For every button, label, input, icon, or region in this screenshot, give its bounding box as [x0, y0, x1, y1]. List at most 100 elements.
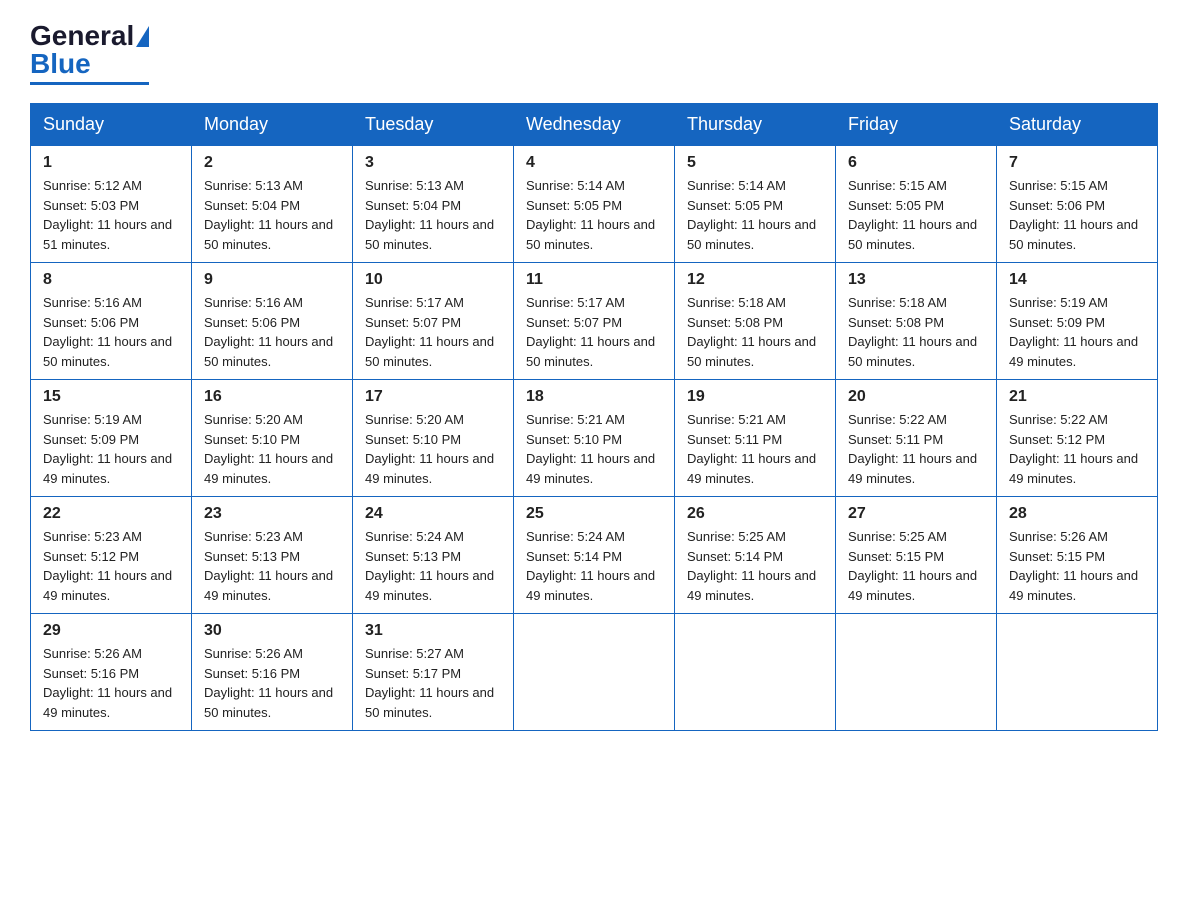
header-sunday: Sunday	[31, 104, 192, 146]
day-info: Sunrise: 5:20 AMSunset: 5:10 PMDaylight:…	[204, 412, 333, 486]
day-number: 27	[848, 505, 984, 523]
day-number: 6	[848, 154, 984, 172]
day-info: Sunrise: 5:27 AMSunset: 5:17 PMDaylight:…	[365, 646, 494, 720]
day-info: Sunrise: 5:18 AMSunset: 5:08 PMDaylight:…	[687, 295, 816, 369]
header-friday: Friday	[836, 104, 997, 146]
day-info: Sunrise: 5:19 AMSunset: 5:09 PMDaylight:…	[43, 412, 172, 486]
calendar-cell: 16 Sunrise: 5:20 AMSunset: 5:10 PMDaylig…	[192, 380, 353, 497]
header-thursday: Thursday	[675, 104, 836, 146]
calendar-cell: 13 Sunrise: 5:18 AMSunset: 5:08 PMDaylig…	[836, 263, 997, 380]
day-number: 13	[848, 271, 984, 289]
day-info: Sunrise: 5:20 AMSunset: 5:10 PMDaylight:…	[365, 412, 494, 486]
day-number: 1	[43, 154, 179, 172]
calendar-cell: 6 Sunrise: 5:15 AMSunset: 5:05 PMDayligh…	[836, 146, 997, 263]
day-info: Sunrise: 5:23 AMSunset: 5:13 PMDaylight:…	[204, 529, 333, 603]
day-info: Sunrise: 5:15 AMSunset: 5:06 PMDaylight:…	[1009, 178, 1138, 252]
day-info: Sunrise: 5:13 AMSunset: 5:04 PMDaylight:…	[204, 178, 333, 252]
week-row-3: 15 Sunrise: 5:19 AMSunset: 5:09 PMDaylig…	[31, 380, 1158, 497]
day-number: 12	[687, 271, 823, 289]
day-info: Sunrise: 5:12 AMSunset: 5:03 PMDaylight:…	[43, 178, 172, 252]
day-info: Sunrise: 5:22 AMSunset: 5:12 PMDaylight:…	[1009, 412, 1138, 486]
calendar-cell: 28 Sunrise: 5:26 AMSunset: 5:15 PMDaylig…	[997, 497, 1158, 614]
calendar-cell: 30 Sunrise: 5:26 AMSunset: 5:16 PMDaylig…	[192, 614, 353, 731]
calendar-cell: 7 Sunrise: 5:15 AMSunset: 5:06 PMDayligh…	[997, 146, 1158, 263]
calendar-cell: 3 Sunrise: 5:13 AMSunset: 5:04 PMDayligh…	[353, 146, 514, 263]
calendar-cell: 8 Sunrise: 5:16 AMSunset: 5:06 PMDayligh…	[31, 263, 192, 380]
logo: General Blue	[30, 20, 149, 85]
day-number: 3	[365, 154, 501, 172]
day-info: Sunrise: 5:19 AMSunset: 5:09 PMDaylight:…	[1009, 295, 1138, 369]
header-monday: Monday	[192, 104, 353, 146]
calendar-table: SundayMondayTuesdayWednesdayThursdayFrid…	[30, 103, 1158, 731]
day-info: Sunrise: 5:24 AMSunset: 5:13 PMDaylight:…	[365, 529, 494, 603]
day-info: Sunrise: 5:26 AMSunset: 5:16 PMDaylight:…	[43, 646, 172, 720]
day-info: Sunrise: 5:14 AMSunset: 5:05 PMDaylight:…	[687, 178, 816, 252]
day-info: Sunrise: 5:21 AMSunset: 5:10 PMDaylight:…	[526, 412, 655, 486]
day-number: 2	[204, 154, 340, 172]
day-info: Sunrise: 5:17 AMSunset: 5:07 PMDaylight:…	[526, 295, 655, 369]
day-number: 26	[687, 505, 823, 523]
calendar-cell	[997, 614, 1158, 731]
day-number: 11	[526, 271, 662, 289]
calendar-cell: 11 Sunrise: 5:17 AMSunset: 5:07 PMDaylig…	[514, 263, 675, 380]
day-number: 9	[204, 271, 340, 289]
day-info: Sunrise: 5:18 AMSunset: 5:08 PMDaylight:…	[848, 295, 977, 369]
day-number: 30	[204, 622, 340, 640]
day-info: Sunrise: 5:24 AMSunset: 5:14 PMDaylight:…	[526, 529, 655, 603]
day-number: 22	[43, 505, 179, 523]
header-tuesday: Tuesday	[353, 104, 514, 146]
calendar-cell: 15 Sunrise: 5:19 AMSunset: 5:09 PMDaylig…	[31, 380, 192, 497]
day-number: 19	[687, 388, 823, 406]
logo-underline	[30, 82, 149, 85]
page-header: General Blue	[30, 20, 1158, 85]
calendar-cell: 10 Sunrise: 5:17 AMSunset: 5:07 PMDaylig…	[353, 263, 514, 380]
day-info: Sunrise: 5:25 AMSunset: 5:15 PMDaylight:…	[848, 529, 977, 603]
day-number: 16	[204, 388, 340, 406]
calendar-cell: 25 Sunrise: 5:24 AMSunset: 5:14 PMDaylig…	[514, 497, 675, 614]
calendar-cell: 2 Sunrise: 5:13 AMSunset: 5:04 PMDayligh…	[192, 146, 353, 263]
calendar-cell: 31 Sunrise: 5:27 AMSunset: 5:17 PMDaylig…	[353, 614, 514, 731]
day-number: 28	[1009, 505, 1145, 523]
day-info: Sunrise: 5:26 AMSunset: 5:16 PMDaylight:…	[204, 646, 333, 720]
calendar-cell: 9 Sunrise: 5:16 AMSunset: 5:06 PMDayligh…	[192, 263, 353, 380]
logo-triangle-icon	[136, 26, 149, 47]
calendar-cell: 4 Sunrise: 5:14 AMSunset: 5:05 PMDayligh…	[514, 146, 675, 263]
calendar-cell: 26 Sunrise: 5:25 AMSunset: 5:14 PMDaylig…	[675, 497, 836, 614]
day-number: 18	[526, 388, 662, 406]
week-row-1: 1 Sunrise: 5:12 AMSunset: 5:03 PMDayligh…	[31, 146, 1158, 263]
header-wednesday: Wednesday	[514, 104, 675, 146]
calendar-cell: 21 Sunrise: 5:22 AMSunset: 5:12 PMDaylig…	[997, 380, 1158, 497]
logo-row2: Blue	[30, 48, 91, 80]
calendar-cell: 5 Sunrise: 5:14 AMSunset: 5:05 PMDayligh…	[675, 146, 836, 263]
day-info: Sunrise: 5:23 AMSunset: 5:12 PMDaylight:…	[43, 529, 172, 603]
day-number: 4	[526, 154, 662, 172]
calendar-cell	[514, 614, 675, 731]
day-info: Sunrise: 5:21 AMSunset: 5:11 PMDaylight:…	[687, 412, 816, 486]
calendar-cell	[836, 614, 997, 731]
calendar-cell: 14 Sunrise: 5:19 AMSunset: 5:09 PMDaylig…	[997, 263, 1158, 380]
day-number: 8	[43, 271, 179, 289]
day-info: Sunrise: 5:15 AMSunset: 5:05 PMDaylight:…	[848, 178, 977, 252]
calendar-cell: 17 Sunrise: 5:20 AMSunset: 5:10 PMDaylig…	[353, 380, 514, 497]
week-row-2: 8 Sunrise: 5:16 AMSunset: 5:06 PMDayligh…	[31, 263, 1158, 380]
calendar-cell: 1 Sunrise: 5:12 AMSunset: 5:03 PMDayligh…	[31, 146, 192, 263]
calendar-cell: 23 Sunrise: 5:23 AMSunset: 5:13 PMDaylig…	[192, 497, 353, 614]
day-number: 25	[526, 505, 662, 523]
calendar-cell: 18 Sunrise: 5:21 AMSunset: 5:10 PMDaylig…	[514, 380, 675, 497]
calendar-cell: 24 Sunrise: 5:24 AMSunset: 5:13 PMDaylig…	[353, 497, 514, 614]
day-number: 5	[687, 154, 823, 172]
day-number: 15	[43, 388, 179, 406]
day-info: Sunrise: 5:17 AMSunset: 5:07 PMDaylight:…	[365, 295, 494, 369]
calendar-cell	[675, 614, 836, 731]
logo-blue-part: Blue	[30, 48, 91, 80]
week-row-4: 22 Sunrise: 5:23 AMSunset: 5:12 PMDaylig…	[31, 497, 1158, 614]
day-info: Sunrise: 5:16 AMSunset: 5:06 PMDaylight:…	[204, 295, 333, 369]
header-saturday: Saturday	[997, 104, 1158, 146]
calendar-cell: 22 Sunrise: 5:23 AMSunset: 5:12 PMDaylig…	[31, 497, 192, 614]
day-number: 7	[1009, 154, 1145, 172]
calendar-cell: 19 Sunrise: 5:21 AMSunset: 5:11 PMDaylig…	[675, 380, 836, 497]
day-info: Sunrise: 5:26 AMSunset: 5:15 PMDaylight:…	[1009, 529, 1138, 603]
calendar-cell: 27 Sunrise: 5:25 AMSunset: 5:15 PMDaylig…	[836, 497, 997, 614]
day-number: 21	[1009, 388, 1145, 406]
day-info: Sunrise: 5:13 AMSunset: 5:04 PMDaylight:…	[365, 178, 494, 252]
